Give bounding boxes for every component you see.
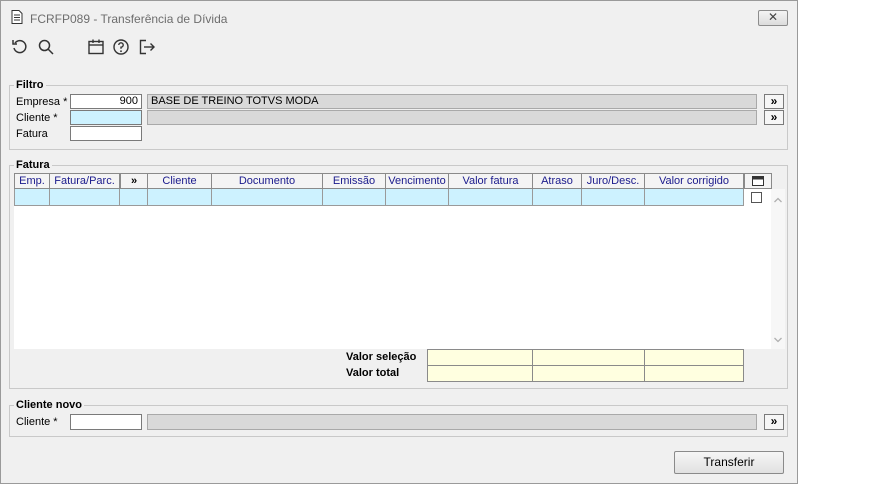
cliente-novo-field[interactable] [70, 414, 142, 430]
fatura-grid[interactable]: Emp. Fatura/Parc. » Cliente Documento Em… [14, 173, 785, 349]
scroll-up-icon[interactable] [771, 195, 785, 205]
column-header-valor-corrigido[interactable]: Valor corrigido [645, 173, 744, 189]
close-button[interactable]: ✕ [758, 10, 788, 26]
total-juro-desc [532, 365, 645, 382]
cliente-novo-label: Cliente * [16, 416, 58, 428]
fatura-group-title: Fatura [14, 159, 52, 171]
title-bar: FCRFP089 - Transferência de Dívida ✕ [1, 1, 797, 31]
column-header-lookup[interactable]: » [120, 173, 148, 189]
cliente-field[interactable] [70, 110, 142, 125]
empresa-label: Empresa * [16, 96, 68, 108]
select-all-icon [752, 176, 764, 186]
cliente-lookup-button[interactable]: » [764, 110, 784, 125]
cliente-label: Cliente * [16, 112, 58, 124]
empresa-lookup-button[interactable]: » [764, 94, 784, 109]
exit-icon[interactable] [138, 38, 156, 56]
selecao-juro-desc [532, 349, 645, 366]
vertical-scrollbar[interactable] [771, 189, 785, 349]
main-window: FCRFP089 - Transferência de Dívida ✕ Fil… [0, 0, 798, 484]
fatura-label: Fatura [16, 128, 48, 140]
cliente-novo-lookup-button[interactable]: » [764, 414, 784, 430]
empresa-description: BASE DE TREINO TOTVS MODA [147, 94, 757, 109]
document-icon [11, 10, 23, 24]
column-header-documento[interactable]: Documento [212, 173, 323, 189]
column-header-vencimento[interactable]: Vencimento [386, 173, 449, 189]
empresa-field[interactable]: 900 [70, 94, 142, 109]
refresh-icon[interactable] [11, 38, 29, 56]
column-header-cliente[interactable]: Cliente [148, 173, 212, 189]
column-header-emp[interactable]: Emp. [14, 173, 50, 189]
fatura-field[interactable] [70, 126, 142, 141]
help-icon[interactable] [112, 38, 130, 56]
row-checkbox[interactable] [751, 192, 762, 203]
valor-total-label: Valor total [346, 367, 400, 379]
total-valor-corrigido [644, 365, 744, 382]
cliente-novo-description [147, 414, 757, 430]
transferir-label: Transferir [703, 455, 755, 469]
transferir-button[interactable]: Transferir [674, 451, 784, 474]
column-header-emissao[interactable]: Emissão [323, 173, 386, 189]
search-icon[interactable] [37, 38, 55, 56]
cliente-novo-group-title: Cliente novo [14, 399, 85, 411]
column-header-select-all[interactable] [744, 173, 772, 189]
cliente-description [147, 110, 757, 125]
calendar-icon[interactable] [87, 38, 105, 56]
valor-selecao-label: Valor seleção [346, 351, 417, 363]
total-valor-fatura [427, 365, 533, 382]
column-header-fatura-parc[interactable]: Fatura/Parc. [50, 173, 120, 189]
window-title: FCRFP089 - Transferência de Dívida [30, 12, 228, 26]
filter-group-title: Filtro [14, 79, 46, 91]
toolbar [1, 31, 797, 65]
column-header-juro-desc[interactable]: Juro/Desc. [582, 173, 645, 189]
column-header-valor-fatura[interactable]: Valor fatura [449, 173, 533, 189]
column-header-atraso[interactable]: Atraso [533, 173, 582, 189]
selecao-valor-corrigido [644, 349, 744, 366]
selecao-valor-fatura [427, 349, 533, 366]
scroll-down-icon[interactable] [771, 335, 785, 345]
